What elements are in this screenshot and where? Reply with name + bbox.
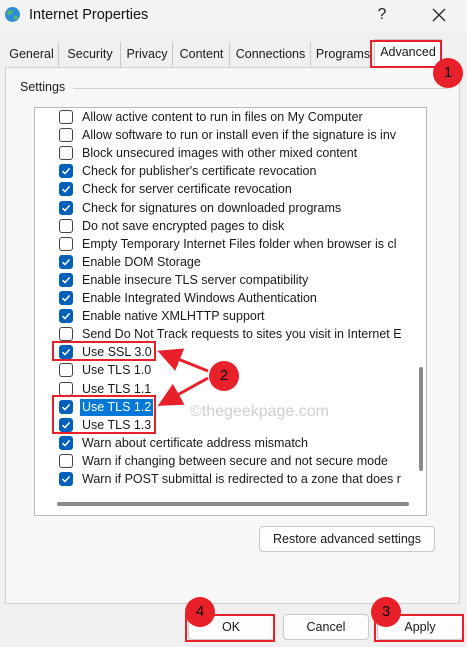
step-badge-2: 2: [209, 361, 239, 391]
checkbox-unchecked[interactable]: [59, 128, 73, 143]
setting-item[interactable]: Warn about certificate address mismatch: [57, 435, 426, 453]
setting-item[interactable]: Enable native XMLHTTP support: [57, 308, 426, 326]
checkbox-checked[interactable]: [59, 472, 73, 486]
checkbox-checked[interactable]: [59, 182, 73, 197]
setting-item[interactable]: Enable Integrated Windows Authentication: [57, 290, 426, 308]
tab-general[interactable]: General: [5, 42, 59, 67]
checkbox-unchecked[interactable]: [59, 363, 73, 378]
setting-label: Warn about certificate address mismatch: [82, 435, 309, 450]
checkbox-checked[interactable]: [59, 200, 73, 215]
setting-label: Warn if changing between secure and not …: [82, 453, 388, 468]
step-badge-1: 1: [433, 58, 463, 88]
group-divider: [73, 88, 449, 89]
setting-label: Check for server certificate revocation: [82, 182, 292, 197]
highlight-advanced-tab: [370, 40, 442, 68]
setting-label: Enable insecure TLS server compatibility: [82, 272, 309, 287]
step-badge-3: 3: [371, 597, 401, 627]
setting-item[interactable]: Do not save encrypted pages to disk: [57, 218, 426, 236]
horizontal-scrollbar-thumb[interactable]: [57, 502, 409, 506]
setting-label: Check for publisher's certificate revoca…: [82, 164, 317, 179]
restore-advanced-settings-button[interactable]: Restore advanced settings: [259, 526, 435, 552]
checkbox-checked[interactable]: [59, 254, 73, 269]
checkbox-checked[interactable]: [59, 291, 73, 305]
setting-item[interactable]: Enable DOM Storage: [57, 254, 426, 272]
setting-item[interactable]: Check for server certificate revocation: [57, 181, 426, 199]
setting-label: Empty Temporary Internet Files folder wh…: [82, 236, 397, 251]
setting-item[interactable]: Check for signatures on downloaded progr…: [57, 200, 426, 218]
setting-label: Enable native XMLHTTP support: [82, 309, 265, 324]
checkbox-unchecked[interactable]: [59, 110, 73, 124]
setting-label: Use TLS 1.0: [82, 363, 152, 378]
setting-label: Warn if POST submittal is redirected to …: [82, 472, 401, 486]
setting-label: Enable DOM Storage: [82, 254, 201, 269]
checkbox-unchecked[interactable]: [59, 236, 73, 251]
setting-item[interactable]: Enable insecure TLS server compatibility: [57, 272, 426, 290]
checkbox-unchecked[interactable]: [59, 327, 73, 342]
setting-label: Block unsecured images with other mixed …: [82, 146, 358, 161]
tab-programs[interactable]: Programs: [312, 42, 375, 67]
checkbox-unchecked[interactable]: [59, 453, 73, 468]
setting-label: Enable Integrated Windows Authentication: [82, 291, 317, 305]
highlight-ssl30: [52, 341, 156, 361]
checkbox-unchecked[interactable]: [59, 146, 73, 161]
tab-content[interactable]: Content: [174, 42, 230, 67]
vertical-scrollbar-thumb[interactable]: [419, 367, 423, 471]
tab-privacy[interactable]: Privacy: [122, 42, 173, 67]
watermark: ©thegeekpage.com: [190, 403, 329, 420]
close-icon[interactable]: [424, 2, 454, 28]
window-title: Internet Properties: [29, 7, 149, 23]
checkbox-checked[interactable]: [59, 272, 73, 287]
settings-group-label: Settings: [20, 80, 66, 94]
settings-list[interactable]: Allow active content to run in files on …: [34, 107, 427, 516]
setting-item[interactable]: Empty Temporary Internet Files folder wh…: [57, 236, 426, 254]
setting-label: Do not save encrypted pages to disk: [82, 218, 285, 233]
tab-connections[interactable]: Connections: [231, 42, 311, 67]
setting-item[interactable]: Block unsecured images with other mixed …: [57, 145, 426, 163]
cancel-button[interactable]: Cancel: [283, 614, 369, 640]
checkbox-checked[interactable]: [59, 164, 73, 179]
setting-item[interactable]: Allow software to run or install even if…: [57, 127, 426, 145]
setting-item[interactable]: Check for publisher's certificate revoca…: [57, 163, 426, 181]
setting-item[interactable]: Allow active content to run in files on …: [57, 109, 426, 127]
setting-label: Allow software to run or install even if…: [82, 128, 397, 143]
setting-label: Check for signatures on downloaded progr…: [82, 200, 342, 215]
internet-globe-icon: [5, 7, 20, 22]
title-bar: Internet Properties ?: [0, 0, 467, 32]
highlight-tls12-tls13: [52, 395, 156, 434]
checkbox-checked[interactable]: [59, 435, 73, 450]
checkbox-unchecked[interactable]: [59, 381, 73, 396]
step-badge-4: 4: [185, 597, 215, 627]
tab-security[interactable]: Security: [60, 42, 121, 67]
setting-label: Allow active content to run in files on …: [82, 110, 363, 124]
setting-item[interactable]: Use TLS 1.0: [57, 362, 426, 380]
setting-item[interactable]: Warn if POST submittal is redirected to …: [57, 471, 426, 489]
setting-item[interactable]: Warn if changing between secure and not …: [57, 453, 426, 471]
help-button[interactable]: ?: [372, 4, 392, 26]
checkbox-unchecked[interactable]: [59, 218, 73, 233]
checkbox-checked[interactable]: [59, 309, 73, 324]
